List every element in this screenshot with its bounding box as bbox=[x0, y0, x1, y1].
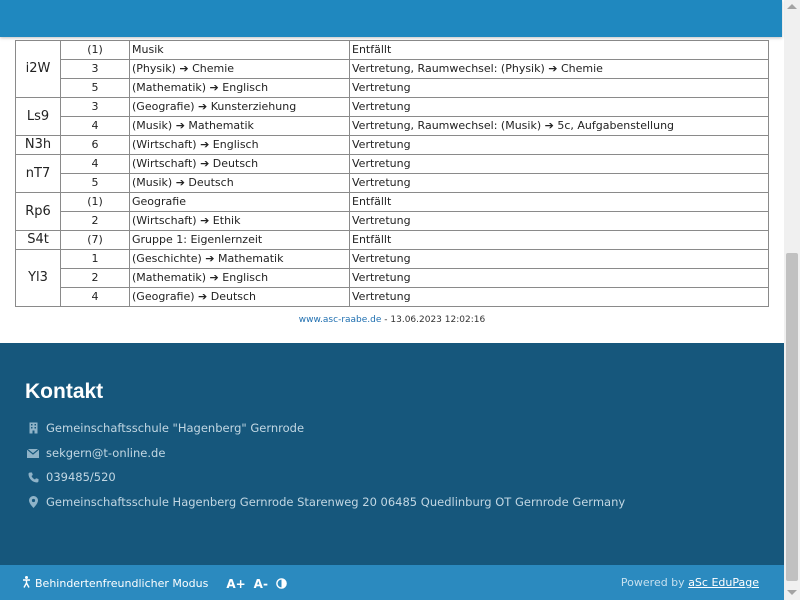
contact-heading: Kontakt bbox=[25, 380, 104, 403]
period-cell: 5 bbox=[60, 173, 130, 193]
subject-cell: (Physik) ➔ Chemie bbox=[129, 59, 350, 79]
table-row: Yl3 1 (Geschichte) ➔ Mathematik Vertretung bbox=[15, 249, 769, 307]
subject-cell: (Geschichte) ➔ Mathematik bbox=[129, 249, 350, 269]
source-line: www.asc-raabe.de - 13.06.2023 12:02:16 bbox=[0, 315, 784, 325]
contact-email-text[interactable]: sekgern@t-online.de bbox=[46, 446, 165, 460]
contrast-icon[interactable] bbox=[276, 578, 287, 589]
contact-school-name: Gemeinschaftsschule "Hagenberg" Gernrode bbox=[27, 421, 304, 435]
subject-cell: (Geografie) ➔ Deutsch bbox=[129, 287, 350, 307]
period-cell: (1) bbox=[60, 192, 130, 212]
contact-email: sekgern@t-online.de bbox=[27, 446, 165, 460]
substitution-table: i2W (1) Musik Entfällt 3 (Physik) ➔ Chemie Ver… bbox=[15, 40, 769, 307]
class-cell: Yl3 bbox=[15, 249, 61, 307]
source-link[interactable]: www.asc-raabe.de bbox=[299, 315, 382, 325]
subject-cell: Musik bbox=[129, 40, 350, 60]
info-cell: Entfällt bbox=[349, 192, 769, 212]
accessibility-person-icon[interactable] bbox=[22, 576, 31, 591]
class-cell: N3h bbox=[15, 135, 61, 155]
scrollbar-thumb[interactable] bbox=[786, 253, 798, 581]
info-cell: Entfällt bbox=[349, 40, 769, 60]
subject-cell: (Musik) ➔ Deutsch bbox=[129, 173, 350, 193]
table-row: 4 (Musik) ➔ Mathematik Vertretung, Raumwec… bbox=[16, 116, 769, 136]
info-cell: Vertretung, Raumwechsel: (Physik) ➔ Chem… bbox=[349, 59, 769, 79]
accessibility-mode-link[interactable]: Behindertenfreundlicher Modus bbox=[35, 577, 208, 590]
scroll-down-arrow-icon[interactable] bbox=[787, 590, 797, 595]
contact-school-name-text: Gemeinschaftsschule "Hagenberg" Gernrode bbox=[46, 421, 305, 435]
info-cell: Vertretung bbox=[349, 78, 769, 98]
contact-address-text: Gemeinschaftsschule Hagenberg Gernrode S… bbox=[46, 495, 626, 509]
period-cell: 4 bbox=[60, 154, 130, 174]
contact-phone-text: 039485/520 bbox=[46, 470, 116, 484]
contact-footer: Kontakt Gemeinschaftsschule "Hagenberg" … bbox=[0, 343, 784, 565]
info-cell: Vertretung bbox=[349, 135, 769, 155]
info-cell: Vertretung bbox=[349, 173, 769, 193]
bottom-bar: Behindertenfreundlicher Modus A+ A- Powe… bbox=[0, 565, 784, 600]
font-decrease-button[interactable]: A- bbox=[254, 577, 268, 591]
info-cell: Vertretung bbox=[349, 97, 769, 117]
class-cell: nT7 bbox=[15, 154, 61, 193]
subject-cell: (Wirtschaft) ➔ Ethik bbox=[129, 211, 350, 231]
info-cell: Vertretung bbox=[349, 211, 769, 231]
table-row: nT7 4 (Wirtschaft) ➔ Deutsch Vertretung bbox=[15, 154, 769, 193]
info-cell: Vertretung bbox=[349, 287, 769, 307]
period-cell: 2 bbox=[60, 211, 130, 231]
page-content: i2W (1) Musik Entfällt 3 (Physik) ➔ Chemie Ver… bbox=[0, 0, 784, 343]
period-cell: 3 bbox=[60, 59, 130, 79]
period-cell: 5 bbox=[60, 78, 130, 98]
subject-cell: (Wirtschaft) ➔ Deutsch bbox=[129, 154, 350, 174]
class-cell: Ls9 bbox=[15, 97, 61, 136]
table-row: 2 (Mathematik) ➔ Englisch Vertretung bbox=[16, 268, 769, 288]
period-cell: 2 bbox=[60, 268, 130, 288]
building-icon bbox=[27, 422, 39, 434]
class-cell: S4t bbox=[15, 230, 61, 250]
subject-cell: (Geografie) ➔ Kunsterziehung bbox=[129, 97, 350, 117]
subject-cell: Geografie bbox=[129, 192, 350, 212]
period-cell: 6 bbox=[60, 135, 130, 155]
class-cell: Rp6 bbox=[15, 192, 61, 231]
table-row: 2 (Wirtschaft) ➔ Ethik Vertretung bbox=[16, 211, 769, 231]
info-cell: Vertretung bbox=[349, 249, 769, 269]
table-row: 3 (Physik) ➔ Chemie Vertretung, Raumwechse… bbox=[16, 59, 769, 79]
table-row: i2W (1) Musik Entfällt bbox=[15, 40, 769, 98]
edupage-brand-link[interactable]: aSc EduPage bbox=[688, 576, 759, 589]
contact-address: Gemeinschaftsschule Hagenberg Gernrode S… bbox=[27, 495, 625, 509]
class-cell: i2W bbox=[15, 40, 61, 98]
location-pin-icon bbox=[27, 496, 39, 508]
table-row: 5 (Musik) ➔ Deutsch Vertretung bbox=[16, 173, 769, 193]
info-cell: Entfällt bbox=[349, 230, 769, 250]
table-row: Rp6 (1) Geografie Entfällt bbox=[15, 192, 769, 231]
info-cell: Vertretung bbox=[349, 268, 769, 288]
table-row: S4t (7) Gruppe 1: Eigenlernzeit Entfällt bbox=[15, 230, 769, 250]
table-row: Ls9 3 (Geografie) ➔ Kunsterziehung Vertretu… bbox=[15, 97, 769, 136]
table-row: 4 (Geografie) ➔ Deutsch Vertretung bbox=[16, 287, 769, 307]
subject-cell: (Wirtschaft) ➔ Englisch bbox=[129, 135, 350, 155]
scroll-up-arrow-icon[interactable] bbox=[787, 4, 797, 9]
font-increase-button[interactable]: A+ bbox=[226, 577, 245, 591]
contact-phone: 039485/520 bbox=[27, 470, 116, 484]
powered-by-text: Powered by bbox=[620, 576, 689, 589]
subject-cell: (Musik) ➔ Mathematik bbox=[129, 116, 350, 136]
top-header-bar bbox=[0, 0, 782, 37]
period-cell: 4 bbox=[60, 287, 130, 307]
phone-icon bbox=[27, 471, 39, 483]
subject-cell: Gruppe 1: Eigenlernzeit bbox=[129, 230, 350, 250]
period-cell: 3 bbox=[60, 97, 130, 117]
period-cell: (7) bbox=[60, 230, 130, 250]
info-cell: Vertretung, Raumwechsel: (Musik) ➔ 5c, A… bbox=[349, 116, 769, 136]
table-row: N3h 6 (Wirtschaft) ➔ Englisch Vertretung bbox=[15, 135, 769, 155]
subject-cell: (Mathematik) ➔ Englisch bbox=[129, 268, 350, 288]
powered-by: Powered by aSc EduPage bbox=[621, 576, 759, 589]
period-cell: (1) bbox=[60, 40, 130, 60]
period-cell: 1 bbox=[60, 249, 130, 269]
period-cell: 4 bbox=[60, 116, 130, 136]
info-cell: Vertretung bbox=[349, 154, 769, 174]
envelope-icon bbox=[27, 447, 39, 459]
subject-cell: (Mathematik) ➔ Englisch bbox=[129, 78, 350, 98]
table-row: 5 (Mathematik) ➔ Englisch Vertretung bbox=[16, 78, 769, 98]
generated-timestamp: - 13.06.2023 12:02:16 bbox=[381, 315, 486, 325]
